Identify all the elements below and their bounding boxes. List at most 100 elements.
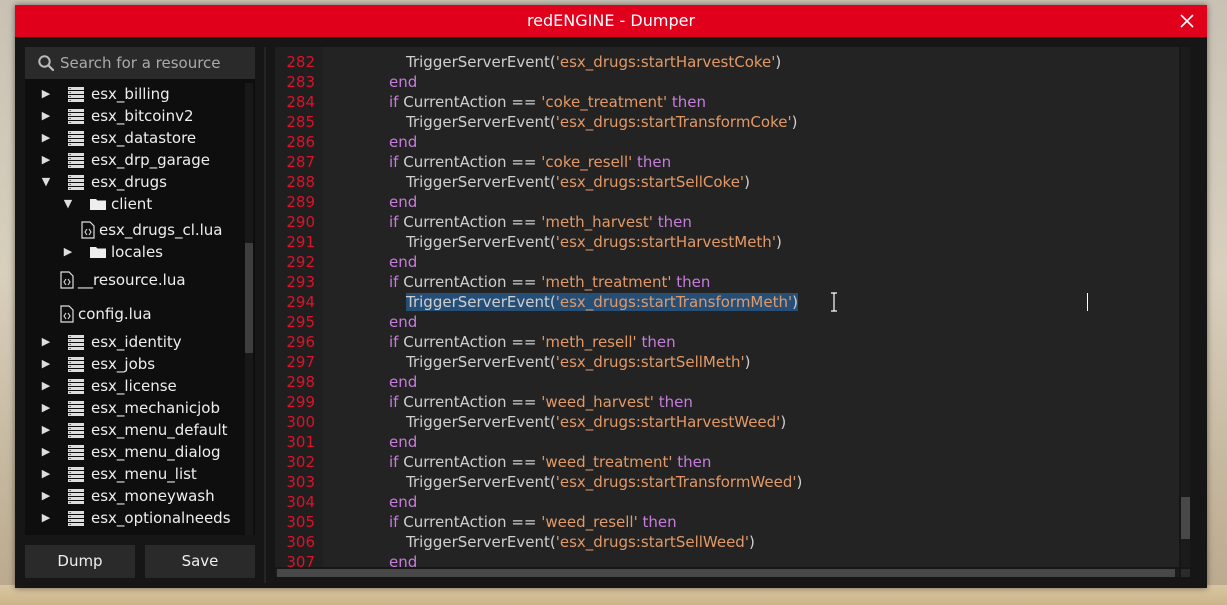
- editor-vertical-scrollbar-track[interactable]: [1181, 47, 1190, 567]
- line-number: 304: [286, 493, 315, 511]
- expand-right-arrow-icon[interactable]: ▶: [39, 149, 53, 171]
- tree-item-config-lua[interactable]: config.lua: [25, 303, 243, 325]
- title-bar[interactable]: redENGINE - Dumper: [15, 5, 1207, 37]
- expand-right-arrow-icon[interactable]: ▶: [39, 375, 53, 397]
- code-line[interactable]: 305 if CurrentAction == 'weed_resell' the…: [275, 512, 1179, 532]
- operator-equals: ==: [511, 393, 537, 411]
- paren-close: ): [775, 233, 782, 251]
- code-text: end: [389, 132, 417, 152]
- tree-item-esx-moneywash[interactable]: ▶ esx_moneywash: [25, 485, 243, 507]
- expand-right-arrow-icon[interactable]: ▶: [39, 83, 53, 105]
- code-line[interactable]: 304 end: [275, 492, 1179, 512]
- expand-right-arrow-icon[interactable]: ▶: [39, 441, 53, 463]
- tree-item-esx-license[interactable]: ▶ esx_license: [25, 375, 243, 397]
- editor-vertical-scrollbar-thumb[interactable]: [1181, 497, 1190, 539]
- expand-right-arrow-icon[interactable]: ▶: [39, 397, 53, 419]
- expand-right-arrow-icon[interactable]: ▶: [39, 331, 53, 353]
- code-line[interactable]: 283 end: [275, 72, 1179, 92]
- expand-down-arrow-icon[interactable]: ▼: [61, 193, 75, 215]
- code-line[interactable]: 292 end: [275, 252, 1179, 272]
- code-editor[interactable]: 282 TriggerServerEvent('esx_drugs:startHa…: [275, 47, 1179, 567]
- keyword-if: if: [389, 93, 399, 111]
- function-name: TriggerServerEvent(: [406, 353, 556, 371]
- dump-button[interactable]: Dump: [25, 545, 135, 578]
- code-text: if CurrentAction == 'meth_harvest' then: [389, 212, 692, 232]
- code-line[interactable]: 303 TriggerServerEvent('esx_drugs:startTr…: [275, 472, 1179, 492]
- expand-right-arrow-icon[interactable]: ▶: [39, 419, 53, 441]
- tree-item-label: esx_jobs: [91, 355, 156, 373]
- code-file-icon: [58, 305, 76, 323]
- code-line[interactable]: 286 end: [275, 132, 1179, 152]
- tree-item-esx-mechanicjob[interactable]: ▶ esx_mechanicjob: [25, 397, 243, 419]
- code-line[interactable]: 289 end: [275, 192, 1179, 212]
- code-line[interactable]: 296 if CurrentAction == 'meth_resell' the…: [275, 332, 1179, 352]
- tree-item-resource-lua[interactable]: __resource.lua: [25, 269, 243, 291]
- keyword-then: then: [671, 93, 706, 111]
- string-literal: 'esx_drugs:startTransformWeed': [555, 473, 797, 491]
- tree-item-esx-drp-garage[interactable]: ▶ esx_drp_garage: [25, 149, 243, 171]
- code-line[interactable]: 293 if CurrentAction == 'meth_treatment' …: [275, 272, 1179, 292]
- expand-right-arrow-icon[interactable]: ▶: [39, 127, 53, 149]
- tree-item-esx-datastore[interactable]: ▶ esx_datastore: [25, 127, 243, 149]
- folder-icon: [89, 243, 107, 261]
- tree-item-esx-jobs[interactable]: ▶ esx_jobs: [25, 353, 243, 375]
- code-line[interactable]: 288 TriggerServerEvent('esx_drugs:startSe…: [275, 172, 1179, 192]
- paren-close: ): [748, 533, 755, 551]
- search-input[interactable]: [60, 47, 255, 79]
- code-line[interactable]: 287 if CurrentAction == 'coke_resell' the…: [275, 152, 1179, 172]
- code-text: if CurrentAction == 'weed_treatment' the…: [389, 452, 711, 472]
- pane-divider[interactable]: [264, 47, 266, 583]
- expand-right-arrow-icon[interactable]: ▶: [39, 105, 53, 127]
- expand-right-arrow-icon[interactable]: ▶: [39, 485, 53, 507]
- code-line[interactable]: 291 TriggerServerEvent('esx_drugs:startHa…: [275, 232, 1179, 252]
- code-line[interactable]: 284 if CurrentAction == 'coke_treatment' …: [275, 92, 1179, 112]
- tree-item-label: config.lua: [78, 305, 152, 323]
- code-line[interactable]: 307 end: [275, 552, 1179, 567]
- keyword-end: end: [389, 253, 418, 271]
- code-line[interactable]: 295 end: [275, 312, 1179, 332]
- save-button[interactable]: Save: [145, 545, 255, 578]
- expand-right-arrow-icon[interactable]: ▶: [39, 507, 53, 529]
- code-line[interactable]: 302 if CurrentAction == 'weed_treatment' …: [275, 452, 1179, 472]
- search-box[interactable]: [25, 47, 255, 79]
- editor-horizontal-scrollbar-thumb[interactable]: [277, 569, 1175, 577]
- keyword-end: end: [389, 493, 418, 511]
- code-line[interactable]: 306 TriggerServerEvent('esx_drugs:startSe…: [275, 532, 1179, 552]
- keyword-then: then: [657, 213, 692, 231]
- expand-down-arrow-icon[interactable]: ▼: [39, 171, 53, 193]
- code-line[interactable]: 299 if CurrentAction == 'weed_harvest' th…: [275, 392, 1179, 412]
- tree-item-esx-menu-dialog[interactable]: ▶ esx_menu_dialog: [25, 441, 243, 463]
- tree-item-esx-menu-list[interactable]: ▶ esx_menu_list: [25, 463, 243, 485]
- line-number: 295: [286, 313, 315, 331]
- tree-item-esx-optionalneeds[interactable]: ▶ esx_optionalneeds: [25, 507, 243, 529]
- string-literal: 'weed_treatment': [541, 453, 673, 471]
- expand-right-arrow-icon[interactable]: ▶: [61, 241, 75, 263]
- code-line[interactable]: 297 TriggerServerEvent('esx_drugs:startSe…: [275, 352, 1179, 372]
- line-number: 296: [286, 333, 315, 351]
- line-number: 291: [286, 233, 315, 251]
- code-line[interactable]: 290 if CurrentAction == 'meth_harvest' th…: [275, 212, 1179, 232]
- tree-item-esx-menu-default[interactable]: ▶ esx_menu_default: [25, 419, 243, 441]
- code-line[interactable]: 298 end: [275, 372, 1179, 392]
- code-line[interactable]: 285 TriggerServerEvent('esx_drugs:startTr…: [275, 112, 1179, 132]
- tree-scrollbar-thumb[interactable]: [245, 243, 253, 353]
- tree-item-label: esx_drugs: [91, 173, 167, 191]
- server-resource-icon: [67, 509, 85, 527]
- code-line[interactable]: 282 TriggerServerEvent('esx_drugs:startHa…: [275, 52, 1179, 72]
- tree-item-locales[interactable]: ▶ locales: [25, 241, 243, 263]
- tree-item-esx-billing[interactable]: ▶ esx_billing: [25, 83, 243, 105]
- expand-right-arrow-icon[interactable]: ▶: [39, 463, 53, 485]
- tree-item-esx-bitcoinv2[interactable]: ▶ esx_bitcoinv2: [25, 105, 243, 127]
- tree-item-client[interactable]: ▼ client: [25, 193, 243, 215]
- tree-item-esx-drugs[interactable]: ▼ esx_drugs: [25, 171, 243, 193]
- line-number: 306: [286, 533, 315, 551]
- line-number: 290: [286, 213, 315, 231]
- line-number: 303: [286, 473, 315, 491]
- code-line[interactable]: 294 TriggerServerEvent('esx_drugs:startTr…: [275, 292, 1179, 312]
- tree-item-esx-identity[interactable]: ▶ esx_identity: [25, 331, 243, 353]
- code-line[interactable]: 300 TriggerServerEvent('esx_drugs:startHa…: [275, 412, 1179, 432]
- close-button[interactable]: [1175, 9, 1199, 33]
- code-line[interactable]: 301 end: [275, 432, 1179, 452]
- expand-right-arrow-icon[interactable]: ▶: [39, 353, 53, 375]
- tree-item-esx-drugs-cl-lua[interactable]: esx_drugs_cl.lua: [25, 219, 243, 241]
